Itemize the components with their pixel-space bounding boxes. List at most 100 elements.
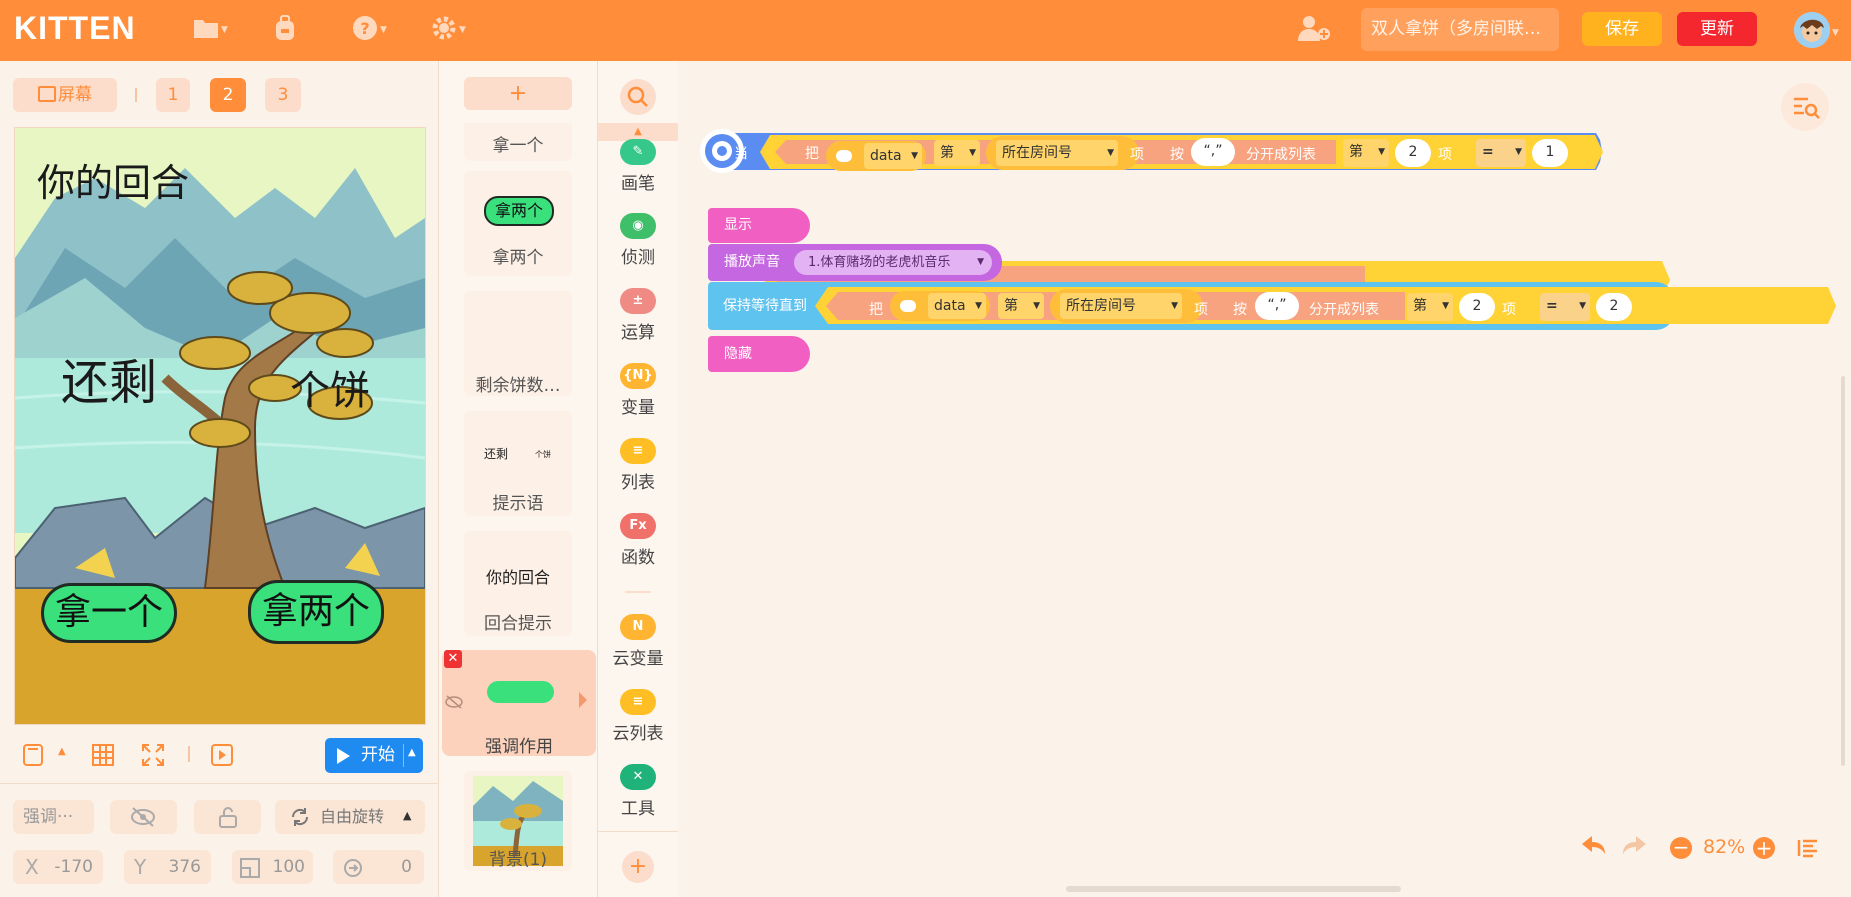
sprite-card-background[interactable]: 背景(1) <box>464 771 572 871</box>
chevron-up-icon: ▲ <box>403 809 412 822</box>
chevron-up-icon[interactable]: ▲ <box>408 747 416 758</box>
eye-off-icon[interactable] <box>445 694 463 713</box>
start-label: 开始 <box>361 745 395 765</box>
horizontal-scrollbar[interactable] <box>1066 886 1401 892</box>
help-icon: ? <box>352 15 378 45</box>
compare-value-input[interactable]: 2 <box>1596 293 1632 321</box>
update-button[interactable]: 更新 <box>1677 12 1757 46</box>
category-label: 工具 <box>621 799 655 819</box>
video-icon[interactable] <box>210 743 234 771</box>
project-name-field[interactable]: 双人拿饼（多房间联… <box>1361 8 1559 51</box>
index-nth-select[interactable]: 第 ▼ <box>1407 293 1453 321</box>
category-function[interactable]: Fx 函数 <box>598 513 678 568</box>
category-pen[interactable]: ✎ 画笔 <box>598 139 678 194</box>
divider <box>625 591 651 593</box>
grid-icon[interactable] <box>91 743 115 771</box>
backpack-button[interactable] <box>273 14 297 46</box>
nth-select[interactable]: 第 ▼ <box>998 293 1044 319</box>
sprite-card-take-one[interactable]: 拿一个 <box>464 123 572 161</box>
delete-sprite-icon[interactable]: ✕ <box>444 650 462 668</box>
add-extension-button[interactable]: + <box>622 851 654 883</box>
add-sprite-button[interactable]: + <box>464 77 572 110</box>
room-number-block[interactable]: 所在房间号 ▼ <box>1050 289 1203 323</box>
help-menu[interactable]: ? ▼ <box>352 14 387 46</box>
stage-canvas[interactable]: 你的回合 还剩 个饼 拿一个 拿两个 <box>14 127 426 725</box>
rotation-mode-select[interactable]: 自由旋转 ▲ <box>275 800 425 834</box>
item-label: 项 <box>1502 302 1516 318</box>
collaborate-button[interactable] <box>1297 14 1331 46</box>
detect-icon: ◉ <box>620 213 656 239</box>
category-list[interactable]: ≡ 列表 <box>598 438 678 493</box>
category-cloud-list[interactable]: ≡ 云列表 <box>598 689 678 744</box>
start-button[interactable]: 开始 ▲ <box>325 738 423 773</box>
app-logo: KITTEN <box>14 10 136 46</box>
category-cloud-variable[interactable]: N 云变量 <box>598 614 678 669</box>
category-variable[interactable]: {N} 变量 <box>598 363 678 418</box>
zoom-out-icon[interactable]: − <box>1670 837 1692 859</box>
svg-text:?: ? <box>360 19 369 38</box>
operator-select[interactable]: = ▼ <box>1540 293 1590 321</box>
screen-tab-3[interactable]: 3 <box>265 78 301 112</box>
sprite-card-emphasis-selected[interactable]: ✕ 强调作用 <box>442 650 596 757</box>
code-workspace[interactable]: 当 把 data ▼ 第 ▼ 所在房间号 ▼ 项 按 “,” 分开成列表 第 ▼ 2 项… <box>678 61 1851 897</box>
chevron-up-icon[interactable]: ▲ <box>58 746 66 757</box>
cloud-data-block[interactable]: data ▼ <box>890 291 990 321</box>
sprite-card-prompt[interactable]: 还剩 个饼 提示语 <box>464 411 572 516</box>
category-label: 侦测 <box>621 248 655 268</box>
separator-input[interactable]: “,” <box>1255 292 1299 320</box>
visibility-toggle[interactable] <box>110 800 177 834</box>
search-blocks-button[interactable] <box>620 79 656 115</box>
screen-toggle-button[interactable]: 屏幕 <box>13 78 117 112</box>
chevron-right-icon[interactable] <box>579 692 587 708</box>
folder-icon <box>193 17 219 43</box>
fullscreen-icon[interactable] <box>141 743 165 771</box>
sprite-thumbnail: 还剩 <box>484 447 509 461</box>
take-two-button[interactable]: 拿两个 <box>248 580 384 644</box>
arrange-blocks-icon[interactable] <box>1797 838 1819 862</box>
avatar[interactable] <box>1794 12 1830 48</box>
sprite-thumbnail: 你的回合 <box>485 568 550 587</box>
wait-condition-outline <box>815 287 1836 324</box>
redo-icon[interactable] <box>1620 834 1648 860</box>
chevron-down-icon: ▼ <box>1033 301 1040 311</box>
category-label: 云列表 <box>612 724 664 744</box>
index-input[interactable]: 2 <box>1459 293 1495 321</box>
zoom-in-icon[interactable]: + <box>1753 837 1775 859</box>
category-math[interactable]: ± 运算 <box>598 288 678 343</box>
chevron-down-icon: ▼ <box>459 25 466 35</box>
category-detect[interactable]: ◉ 侦测 <box>598 213 678 268</box>
chevron-down-icon: ▼ <box>1171 301 1178 311</box>
y-value: 376 <box>168 857 201 877</box>
room-variable-select[interactable]: 所在房间号 ▼ <box>1060 293 1182 319</box>
undo-icon[interactable] <box>1580 834 1608 860</box>
data-variable-select[interactable]: data ▼ <box>928 293 986 319</box>
hide-block[interactable]: 隐藏 <box>708 336 810 372</box>
phone-view-icon[interactable] <box>22 743 44 771</box>
screen-tab-2[interactable]: 2 <box>210 78 246 112</box>
category-label: 函数 <box>621 548 655 568</box>
vertical-scrollbar[interactable] <box>1841 376 1845 766</box>
save-button[interactable]: 保存 <box>1582 12 1662 46</box>
split-label: 分开成列表 <box>1309 302 1379 318</box>
divider <box>135 88 137 102</box>
take-one-button[interactable]: 拿一个 <box>41 583 177 643</box>
screen-tab-1[interactable]: 1 <box>156 78 190 112</box>
index-nth-value: 第 <box>1413 298 1427 314</box>
settings-menu[interactable]: ▼ <box>431 14 466 46</box>
sprite-card-take-two[interactable]: 拿两个 拿两个 <box>464 171 572 276</box>
scale-field[interactable]: 100 <box>232 850 313 884</box>
chevron-down-icon: ▼ <box>1579 301 1586 311</box>
play-icon <box>337 748 350 764</box>
sprite-name-field[interactable]: 强调··· <box>13 800 94 834</box>
tools-icon: ✕ <box>620 764 656 790</box>
category-tools[interactable]: ✕ 工具 <box>598 764 678 819</box>
x-position-field[interactable]: X -170 <box>13 850 103 884</box>
sprite-card-turn-hint[interactable]: 你的回合 回合提示 <box>464 531 572 636</box>
lock-toggle[interactable] <box>194 800 261 834</box>
screen-icon <box>38 86 56 102</box>
y-position-field[interactable]: Y 376 <box>124 850 211 884</box>
file-menu[interactable]: ▼ <box>193 14 228 46</box>
function-icon: Fx <box>620 513 656 539</box>
sprite-card-remaining-count[interactable]: 剩余饼数… <box>464 291 572 396</box>
direction-field[interactable]: 0 <box>333 850 424 884</box>
